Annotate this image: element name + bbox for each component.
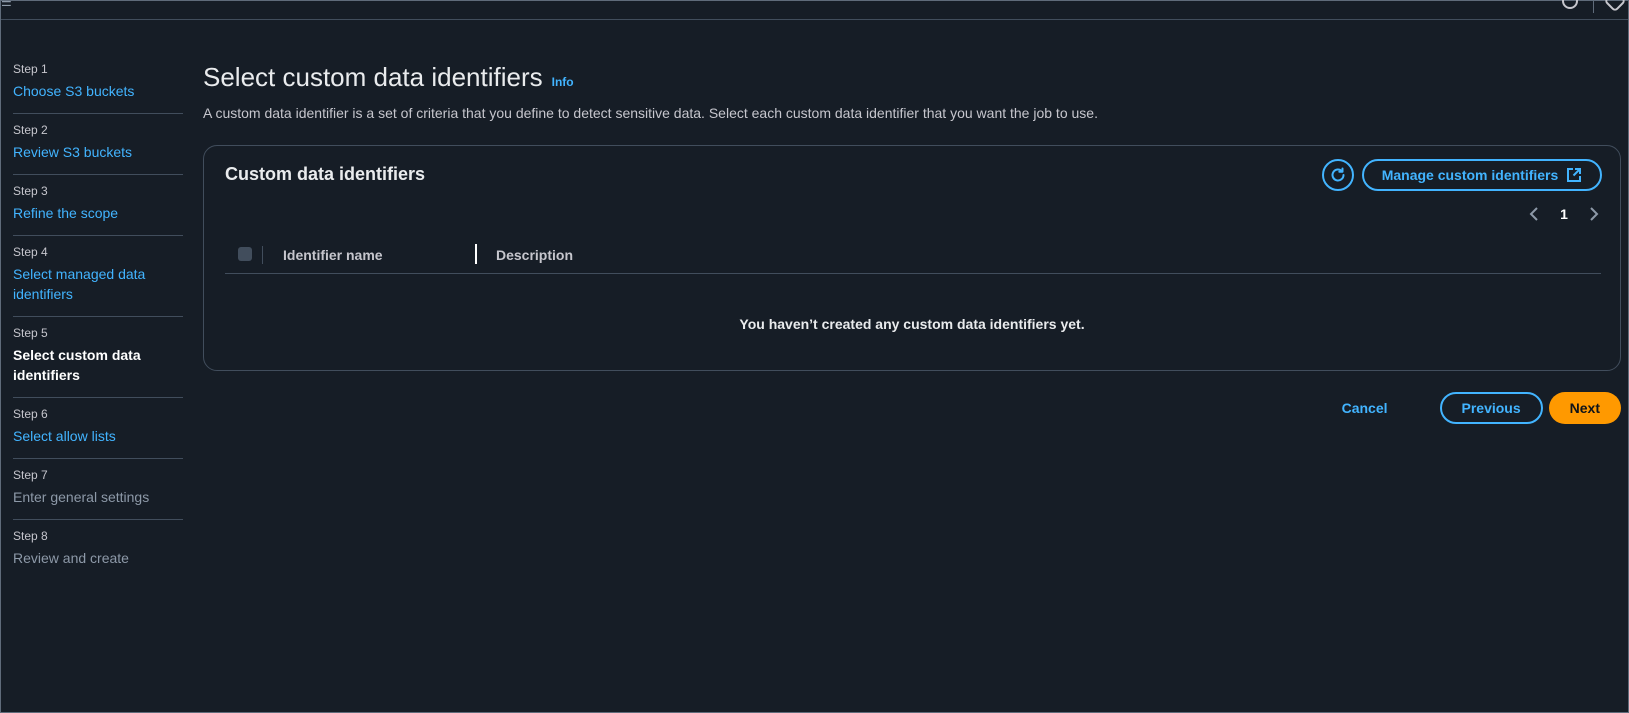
step-number: Step 2 bbox=[13, 123, 48, 137]
pagination: 1 bbox=[1524, 202, 1604, 226]
column-header-identifier-name[interactable]: Identifier name bbox=[283, 247, 383, 263]
title-row: Select custom data identifiers Info bbox=[203, 59, 1621, 95]
step-4: Step 4 Select managed data identifiers bbox=[13, 236, 183, 317]
step-disabled-general-settings: Enter general settings bbox=[13, 489, 150, 505]
table-header: Identifier name Description bbox=[225, 238, 1601, 274]
main-content: Select custom data identifiers Info A cu… bbox=[203, 59, 1621, 424]
refresh-icon bbox=[1331, 167, 1345, 182]
step-link-managed-identifiers[interactable]: Select managed data identifiers bbox=[13, 264, 153, 304]
step-8: Step 8 Review and create bbox=[13, 520, 183, 580]
previous-page-chevron-icon[interactable] bbox=[1524, 204, 1544, 224]
step-3: Step 3 Refine the scope bbox=[13, 175, 183, 236]
column-header-description[interactable]: Description bbox=[496, 247, 573, 263]
wizard-actions: Cancel Previous Next bbox=[1320, 392, 1621, 424]
step-number: Step 6 bbox=[13, 407, 48, 421]
select-all-checkbox[interactable] bbox=[238, 247, 252, 261]
step-link-choose-s3-buckets[interactable]: Choose S3 buckets bbox=[13, 81, 183, 101]
settings-icon[interactable] bbox=[1603, 0, 1627, 13]
step-number: Step 4 bbox=[13, 245, 48, 259]
help-icon[interactable] bbox=[1562, 0, 1578, 9]
step-link-allow-lists[interactable]: Select allow lists bbox=[13, 426, 183, 446]
top-bar: ☰ bbox=[1, 0, 1628, 20]
menu-icon[interactable]: ☰ bbox=[1, 0, 12, 9]
page-description: A custom data identifier is a set of cri… bbox=[203, 105, 1098, 121]
step-current-custom-identifiers: Select custom data identifiers bbox=[13, 347, 141, 383]
step-number: Step 3 bbox=[13, 184, 48, 198]
external-link-icon bbox=[1567, 168, 1582, 182]
wizard-steps: Step 1 Choose S3 buckets Step 2 Review S… bbox=[13, 53, 183, 580]
step-link-review-s3-buckets[interactable]: Review S3 buckets bbox=[13, 142, 183, 162]
manage-button-label: Manage custom identifiers bbox=[1381, 167, 1559, 183]
step-7: Step 7 Enter general settings bbox=[13, 459, 183, 520]
next-button[interactable]: Next bbox=[1548, 392, 1621, 424]
custom-identifiers-panel: Custom data identifiers Manage custom id… bbox=[203, 145, 1621, 371]
empty-state-message: You haven’t created any custom data iden… bbox=[739, 316, 1085, 332]
column-divider bbox=[262, 246, 263, 264]
next-page-chevron-icon[interactable] bbox=[1584, 204, 1604, 224]
step-number: Step 5 bbox=[13, 326, 48, 340]
info-link[interactable]: Info bbox=[552, 75, 574, 89]
step-1: Step 1 Choose S3 buckets bbox=[13, 53, 183, 114]
manage-custom-identifiers-button[interactable]: Manage custom identifiers bbox=[1362, 159, 1602, 191]
previous-button[interactable]: Previous bbox=[1439, 392, 1543, 424]
cancel-button[interactable]: Cancel bbox=[1320, 400, 1410, 416]
step-number: Step 7 bbox=[13, 468, 48, 482]
step-disabled-review-create: Review and create bbox=[13, 550, 129, 566]
step-link-refine-scope[interactable]: Refine the scope bbox=[13, 203, 183, 223]
refresh-button[interactable] bbox=[1322, 159, 1354, 191]
app-window: ☰ Step 1 Choose S3 buckets Step 2 Review… bbox=[0, 0, 1629, 713]
topbar-divider bbox=[1593, 1, 1594, 13]
step-2: Step 2 Review S3 buckets bbox=[13, 114, 183, 175]
panel-title: Custom data identifiers bbox=[225, 164, 426, 184]
step-5: Step 5 Select custom data identifiers bbox=[13, 317, 183, 398]
step-number: Step 8 bbox=[13, 529, 48, 543]
step-6: Step 6 Select allow lists bbox=[13, 398, 183, 459]
column-resize-handle[interactable] bbox=[475, 244, 477, 264]
page-title: Select custom data identifiers bbox=[203, 62, 543, 92]
current-page-number[interactable]: 1 bbox=[1560, 206, 1568, 222]
step-number: Step 1 bbox=[13, 62, 48, 76]
